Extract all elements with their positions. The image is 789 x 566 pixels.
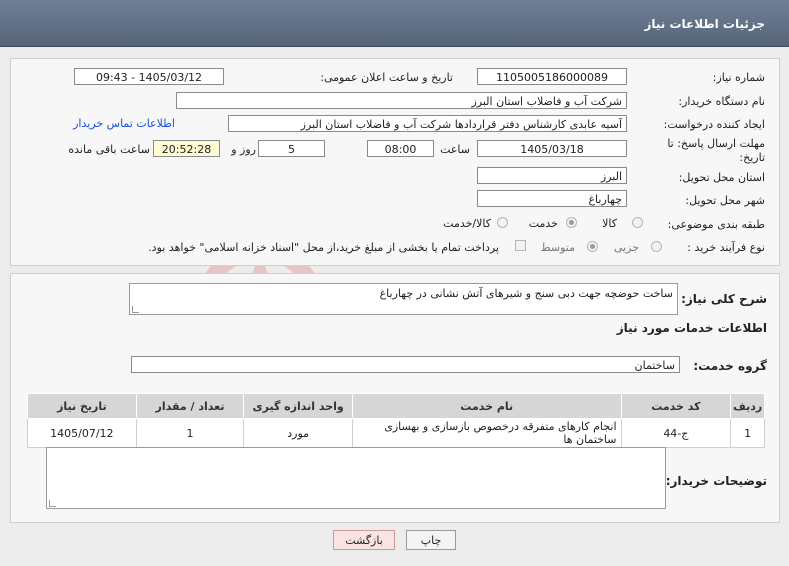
- cell-service-code: ج-44: [620, 418, 732, 448]
- back-button[interactable]: بازگشت: [333, 530, 395, 550]
- service-group-label: گروه خدمت:: [693, 359, 767, 373]
- category-option-service: خدمت: [528, 217, 558, 230]
- process-radio-minor[interactable]: [651, 241, 662, 252]
- col-service-name: نام خدمت: [351, 393, 622, 419]
- category-radio-service[interactable]: [566, 217, 577, 228]
- table-header-row: ردیف کد خدمت نام خدمت واحد اندازه گیری ت…: [27, 393, 765, 419]
- col-need-date: تاریخ نیاز: [27, 393, 137, 419]
- description-field: ساخت حوضچه جهت دبی سنج و شیرهای آتش نشان…: [129, 283, 678, 315]
- need-number-field: 1105005186000089: [477, 68, 627, 85]
- cell-row-number: 1: [730, 418, 765, 448]
- creator-field: آسیه عابدی کارشناس دفتر قراردادها شرکت آ…: [228, 115, 627, 132]
- col-service-code: کد خدمت: [620, 393, 732, 419]
- services-section-title: اطلاعات خدمات مورد نیاز: [616, 321, 767, 335]
- process-option-medium: متوسط: [540, 241, 575, 254]
- treasury-payment-checkbox[interactable]: [515, 240, 526, 251]
- description-resize-handle[interactable]: [132, 306, 139, 313]
- city-label: شهر محل تحویل:: [685, 194, 765, 207]
- deadline-label: مهلت ارسال پاسخ: تا تاریخ:: [667, 137, 765, 164]
- page-title: جزئیات اطلاعات نیاز: [644, 17, 765, 31]
- service-group-field: ساختمان: [131, 356, 680, 373]
- services-table: ردیف کد خدمت نام خدمت واحد اندازه گیری ت…: [27, 393, 765, 448]
- deadline-time-label: ساعت: [440, 143, 470, 156]
- deadline-time-field: 08:00: [367, 140, 434, 157]
- province-field: البرز: [477, 167, 627, 184]
- category-label: طبقه بندی موضوعی:: [667, 218, 765, 231]
- category-option-goods-service: کالا/خدمت: [443, 217, 491, 230]
- creator-label: ایجاد کننده درخواست:: [663, 118, 765, 131]
- treasury-payment-note: پرداخت تمام یا بخشی از مبلغ خرید،از محل …: [148, 241, 499, 254]
- buyer-org-field: شرکت آب و فاضلاب استان البرز: [176, 92, 627, 109]
- col-quantity: تعداد / مقدار: [135, 393, 245, 419]
- remaining-time-label: ساعت باقی مانده: [68, 143, 150, 156]
- buyer-contact-link[interactable]: اطلاعات تماس خریدار: [73, 117, 175, 130]
- description-label: شرح کلی نیاز:: [681, 292, 767, 306]
- days-remaining-field: 5: [258, 140, 325, 157]
- print-button[interactable]: چاپ: [406, 530, 456, 550]
- days-label: روز و: [231, 143, 256, 156]
- announce-datetime-label: تاریخ و ساعت اعلان عمومی:: [320, 71, 453, 84]
- buyer-notes-resize-handle[interactable]: [49, 500, 56, 507]
- city-field: چهارباغ: [477, 190, 627, 207]
- category-radio-goods-service[interactable]: [497, 217, 508, 228]
- category-radio-goods[interactable]: [632, 217, 643, 228]
- process-radio-medium[interactable]: [587, 241, 598, 252]
- buyer-org-label: نام دستگاه خریدار:: [678, 95, 765, 108]
- buyer-notes-field[interactable]: [46, 447, 666, 509]
- cell-quantity: 1: [135, 418, 245, 448]
- buyer-notes-label: توضیحات خریدار:: [665, 474, 767, 488]
- deadline-date-field: 1405/03/18: [477, 140, 627, 157]
- need-number-label: شماره نیاز:: [712, 71, 765, 84]
- remaining-time-field: 20:52:28: [153, 140, 220, 157]
- process-option-minor: جزیی: [613, 241, 639, 254]
- process-type-label: نوع فرآیند خرید :: [687, 241, 765, 254]
- cell-need-date: 1405/07/12: [27, 418, 137, 448]
- announce-datetime-field: 1405/03/12 - 09:43: [74, 68, 224, 85]
- category-option-goods: کالا: [602, 217, 617, 230]
- table-row: 1 ج-44 انجام کارهای متفرقه درخصوص بازساز…: [27, 418, 765, 448]
- col-unit: واحد اندازه گیری: [243, 393, 353, 419]
- cell-unit: مورد: [243, 418, 353, 448]
- cell-service-name: انجام کارهای متفرقه درخصوص بازسازی و بهس…: [351, 418, 622, 448]
- province-label: استان محل تحویل:: [678, 171, 765, 184]
- col-row-number: ردیف: [730, 393, 765, 419]
